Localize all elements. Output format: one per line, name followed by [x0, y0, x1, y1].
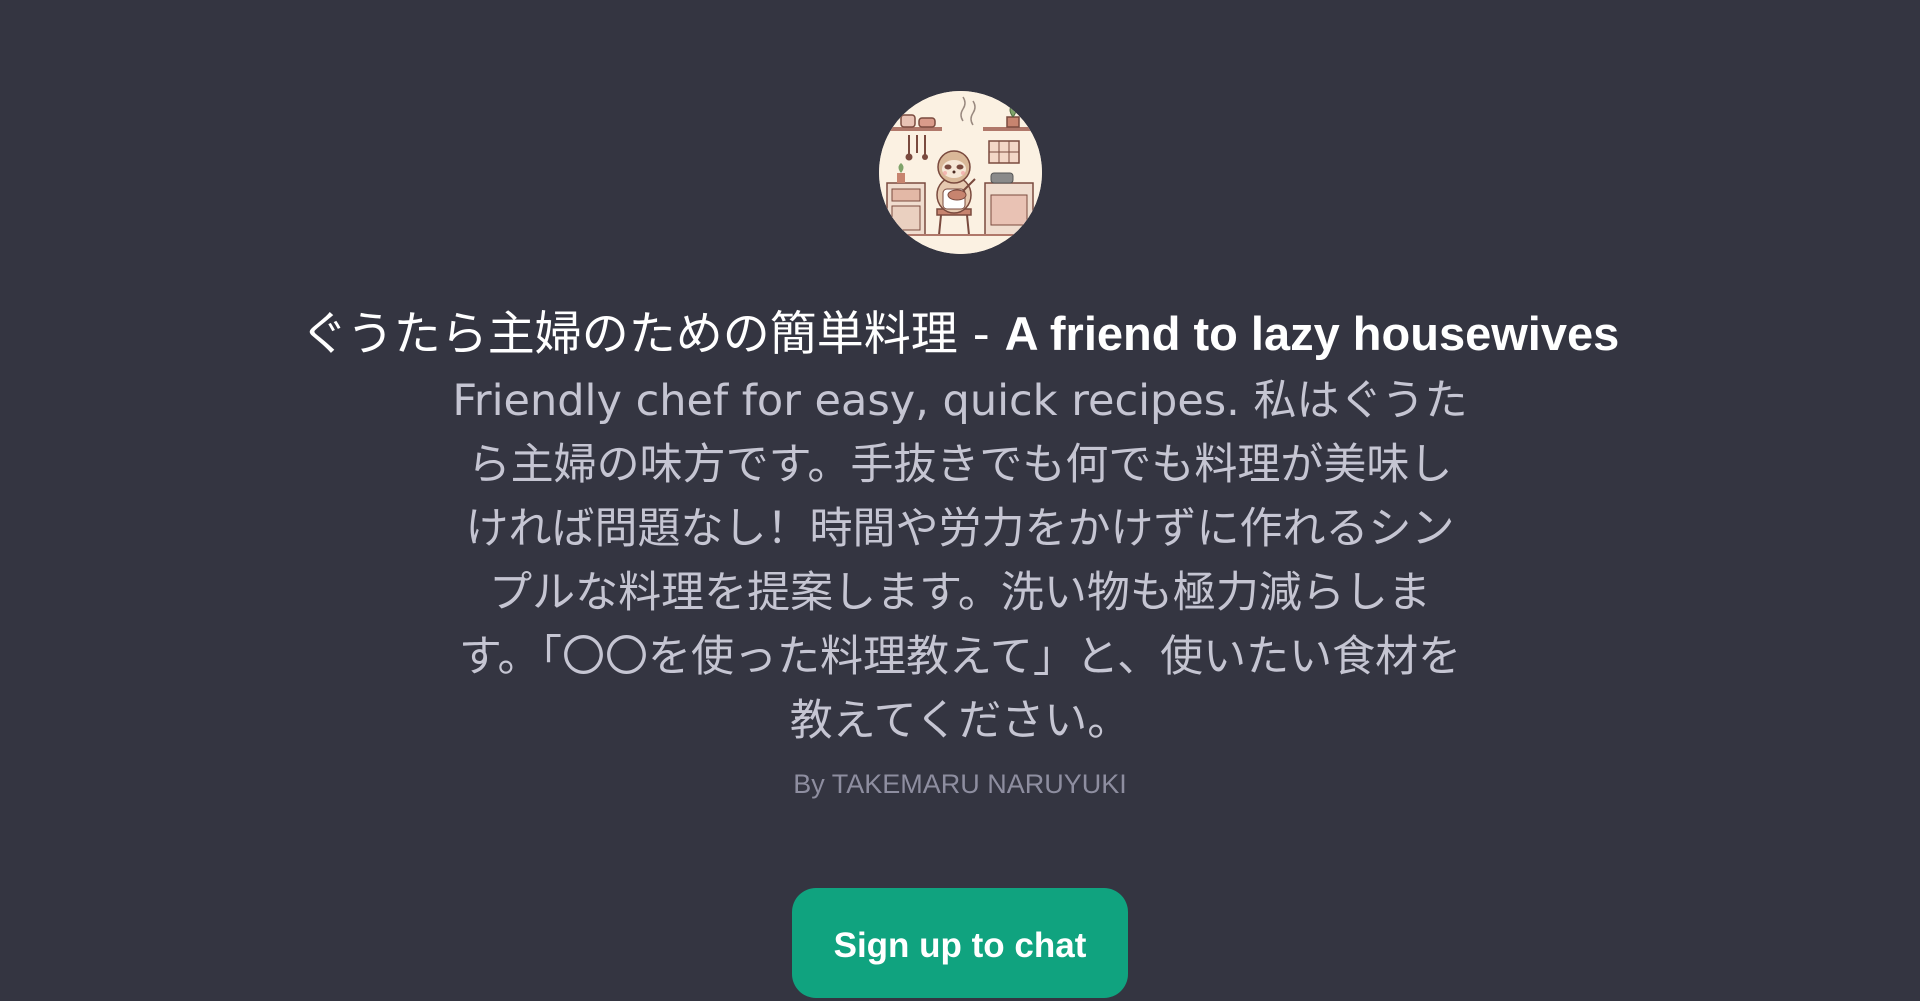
gpt-title-japanese: ぐうたら主婦のための簡単料理 - — [300, 307, 1005, 362]
gpt-landing-page: ぐうたら主婦のための簡単料理 - A friend to lazy housew… — [0, 0, 1920, 1001]
gpt-author: By TAKEMARU NARUYUKI — [793, 769, 1127, 799]
sloth-chef-kitchen-avatar-icon — [878, 91, 1042, 254]
gpt-title: ぐうたら主婦のための簡単料理 - A friend to lazy housew… — [301, 306, 1620, 363]
sign-up-to-chat-button[interactable]: Sign up to chat — [792, 888, 1128, 998]
gpt-description: Friendly chef for easy, quick recipes. 私… — [452, 376, 1468, 746]
gpt-title-english: A friend to lazy housewives — [1004, 307, 1620, 360]
